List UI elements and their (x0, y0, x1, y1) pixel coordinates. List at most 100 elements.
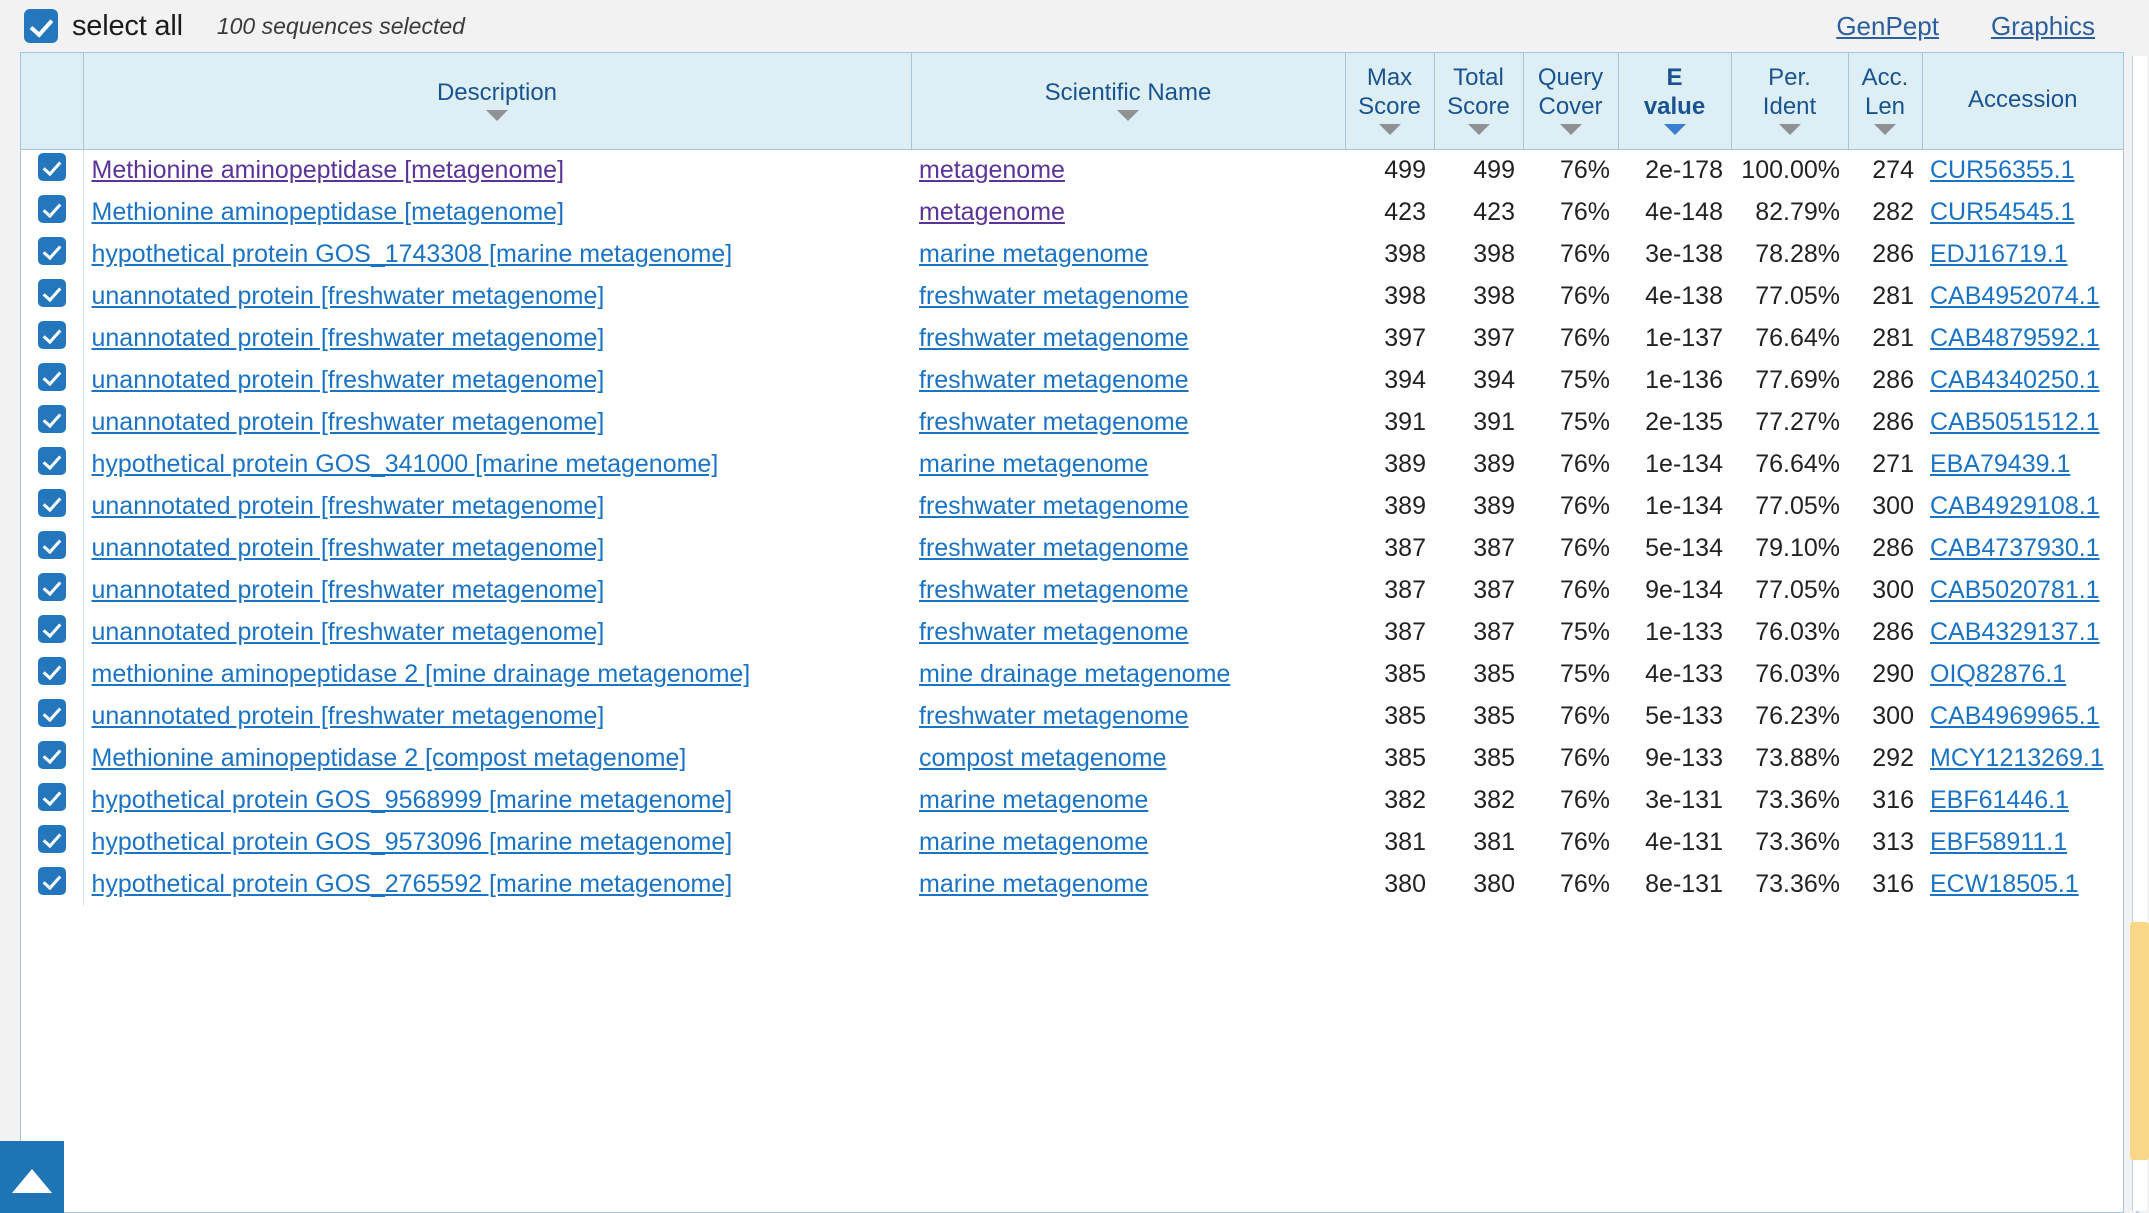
row-checkbox[interactable] (37, 447, 66, 475)
description-link[interactable]: hypothetical protein GOS_9573096 [marine… (92, 828, 733, 856)
scientific-name-link[interactable]: freshwater metagenome (919, 702, 1189, 730)
row-select-cell[interactable] (21, 569, 84, 612)
scientific-name-link[interactable]: freshwater metagenome (919, 408, 1189, 436)
accession-link[interactable]: CAB4952074.1 (1930, 282, 2100, 310)
row-checkbox[interactable] (37, 615, 66, 643)
row-checkbox[interactable] (37, 531, 66, 559)
sort-descending-arrow-icon[interactable] (1559, 124, 1582, 136)
header-per-ident[interactable]: Per. Ident (1731, 53, 1849, 150)
scientific-name-link[interactable]: freshwater metagenome (919, 618, 1189, 646)
scientific-name-link[interactable]: marine metagenome (919, 828, 1148, 856)
description-link[interactable]: unannotated protein [freshwater metageno… (92, 576, 605, 604)
row-select-cell[interactable] (21, 611, 84, 654)
row-select-cell[interactable] (21, 401, 84, 444)
row-checkbox[interactable] (37, 489, 66, 517)
scientific-name-link[interactable]: freshwater metagenome (919, 534, 1189, 562)
row-checkbox[interactable] (37, 153, 66, 181)
description-link[interactable]: Methionine aminopeptidase [metagenome] (92, 156, 565, 184)
row-checkbox[interactable] (37, 657, 66, 685)
description-link[interactable]: unannotated protein [freshwater metageno… (92, 702, 605, 730)
accession-link[interactable]: CAB4879592.1 (1930, 324, 2100, 352)
row-checkbox[interactable] (37, 741, 66, 769)
scientific-name-link[interactable]: freshwater metagenome (919, 366, 1189, 394)
accession-link[interactable]: EBF61446.1 (1930, 786, 2069, 814)
row-checkbox[interactable] (37, 363, 66, 391)
row-checkbox[interactable] (37, 195, 66, 223)
scientific-name-link[interactable]: compost metagenome (919, 744, 1166, 772)
scientific-name-link[interactable]: marine metagenome (919, 240, 1148, 268)
row-checkbox[interactable] (37, 573, 66, 601)
description-link[interactable]: unannotated protein [freshwater metageno… (92, 618, 605, 646)
row-checkbox[interactable] (37, 825, 66, 853)
row-select-cell[interactable] (21, 779, 84, 822)
page-scrollbar-thumb[interactable] (2130, 922, 2149, 1160)
description-link[interactable]: Methionine aminopeptidase [metagenome] (92, 198, 565, 226)
row-checkbox[interactable] (37, 405, 66, 433)
row-select-cell[interactable] (21, 527, 84, 570)
accession-link[interactable]: EDJ16719.1 (1930, 240, 2068, 268)
scientific-name-link[interactable]: mine drainage metagenome (919, 660, 1230, 688)
description-link[interactable]: unannotated protein [freshwater metageno… (92, 492, 605, 520)
accession-link[interactable]: CUR56355.1 (1930, 156, 2075, 184)
accession-link[interactable]: CAB5051512.1 (1930, 408, 2100, 436)
description-link[interactable]: Methionine aminopeptidase 2 [compost met… (92, 744, 687, 772)
row-checkbox[interactable] (37, 867, 66, 895)
scientific-name-link[interactable]: metagenome (919, 198, 1065, 226)
row-checkbox[interactable] (37, 237, 66, 265)
sort-descending-arrow-active-icon[interactable] (1663, 124, 1686, 136)
header-e-value[interactable]: E value (1618, 53, 1732, 150)
scientific-name-link[interactable]: marine metagenome (919, 450, 1148, 478)
description-link[interactable]: hypothetical protein GOS_1743308 [marine… (92, 240, 733, 268)
row-select-cell[interactable] (21, 443, 84, 486)
row-select-cell[interactable] (21, 821, 84, 864)
description-link[interactable]: methionine aminopeptidase 2 [mine draina… (92, 660, 751, 688)
accession-link[interactable]: CAB4929108.1 (1930, 492, 2100, 520)
row-checkbox[interactable] (37, 699, 66, 727)
accession-link[interactable]: EBF58911.1 (1930, 828, 2067, 856)
scientific-name-link[interactable]: freshwater metagenome (919, 282, 1189, 310)
sort-descending-arrow-icon[interactable] (486, 109, 508, 121)
back-to-top-button[interactable] (0, 1141, 64, 1213)
accession-link[interactable]: EBA79439.1 (1930, 450, 2070, 478)
graphics-link[interactable]: Graphics (1991, 11, 2095, 42)
row-select-cell[interactable] (21, 653, 84, 696)
sort-descending-arrow-icon[interactable] (1778, 124, 1801, 136)
scientific-name-link[interactable]: marine metagenome (919, 870, 1148, 898)
genpept-link[interactable]: GenPept (1836, 11, 1939, 42)
header-query-cover[interactable]: Query Cover (1523, 53, 1619, 150)
sort-descending-arrow-icon[interactable] (1378, 124, 1401, 136)
row-checkbox[interactable] (37, 321, 66, 349)
header-description[interactable]: Description (83, 53, 912, 150)
accession-link[interactable]: OIQ82876.1 (1930, 660, 2066, 688)
scientific-name-link[interactable]: freshwater metagenome (919, 576, 1189, 604)
description-link[interactable]: unannotated protein [freshwater metageno… (92, 534, 605, 562)
header-acc-len[interactable]: Acc. Len (1848, 53, 1923, 150)
description-link[interactable]: unannotated protein [freshwater metageno… (92, 324, 605, 352)
header-scientific-name[interactable]: Scientific Name (911, 53, 1346, 150)
accession-link[interactable]: CAB4969965.1 (1930, 702, 2100, 730)
sort-descending-arrow-icon[interactable] (1467, 124, 1490, 136)
accession-link[interactable]: CUR54545.1 (1930, 198, 2075, 226)
header-total-score[interactable]: Total Score (1434, 53, 1524, 150)
scientific-name-link[interactable]: metagenome (919, 156, 1065, 184)
description-link[interactable]: unannotated protein [freshwater metageno… (92, 366, 605, 394)
description-link[interactable]: unannotated protein [freshwater metageno… (92, 408, 605, 436)
description-link[interactable]: hypothetical protein GOS_341000 [marine … (92, 450, 719, 478)
row-select-cell[interactable] (21, 695, 84, 738)
accession-link[interactable]: CAB4737930.1 (1930, 534, 2100, 562)
description-link[interactable]: unannotated protein [freshwater metageno… (92, 282, 605, 310)
row-checkbox[interactable] (37, 279, 66, 307)
accession-link[interactable]: CAB4340250.1 (1930, 366, 2100, 394)
scientific-name-link[interactable]: freshwater metagenome (919, 492, 1189, 520)
accession-link[interactable]: ECW18505.1 (1930, 870, 2079, 898)
scientific-name-link[interactable]: freshwater metagenome (919, 324, 1189, 352)
row-select-cell[interactable] (21, 317, 84, 360)
accession-link[interactable]: CAB5020781.1 (1930, 576, 2100, 604)
header-max-score[interactable]: Max Score (1345, 53, 1435, 150)
row-select-cell[interactable] (21, 191, 84, 234)
description-link[interactable]: hypothetical protein GOS_9568999 [marine… (92, 786, 733, 814)
select-all-checkbox[interactable] (24, 9, 58, 43)
accession-link[interactable]: MCY1213269.1 (1930, 744, 2104, 772)
row-select-cell[interactable] (21, 737, 84, 780)
description-link[interactable]: hypothetical protein GOS_2765592 [marine… (92, 870, 733, 898)
